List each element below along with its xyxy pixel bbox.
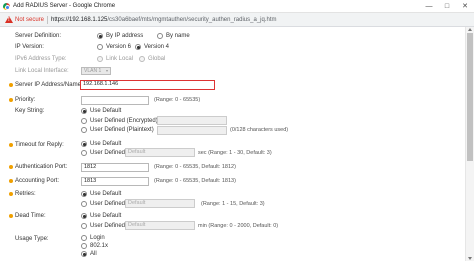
required-bullet-icon [9,98,13,102]
dead-time-user-defined-label: User Defined [90,223,126,229]
timeout-hint: sec (Range: 1 - 30, Default: 3) [198,150,272,156]
key-string-plaintext-input[interactable] [157,126,227,135]
close-button[interactable]: ✕ [456,0,474,13]
usage-type-8021x-label: 802.1x [90,243,109,249]
required-bullet-icon [9,179,13,183]
retries-hint: (Range: 1 - 15, Default: 3) [201,201,265,207]
warning-icon [5,16,13,23]
server-definition-name-radio[interactable] [157,33,163,39]
retries-input[interactable]: Default [125,199,195,208]
link-local-interface-value: VLAN 1 [84,68,102,74]
key-string-encrypted-input[interactable] [157,116,227,125]
window-title: Add RADIUS Server - Google Chrome [13,3,116,9]
dead-time-hint: min (Range: 0 - 2000, Default: 0) [198,223,279,229]
retries-default-radio[interactable] [81,191,87,197]
timeout-default-label: Use Default [90,141,122,147]
ipv6-link-local-radio[interactable] [97,56,103,62]
key-string-plaintext-radio[interactable] [81,127,87,133]
chevron-down-icon [106,70,108,72]
key-string-default-label: Use Default [90,108,122,114]
dead-time-default-label: Use Default [90,213,122,219]
retries-user-defined-label: User Defined [90,201,126,207]
server-definition-label: Server Definition: [15,33,62,39]
vertical-scrollbar[interactable] [465,27,474,261]
usage-type-login-label: Login [90,235,105,241]
ip-version-4-label: Version 4 [144,44,170,50]
key-string-encrypted-label: User Defined (Encrypted) [90,118,158,124]
required-bullet-icon [9,214,13,218]
server-ip-label: Server IP Address/Name: [15,82,83,88]
auth-port-hint: (Range: 0 - 65535, Default: 1812) [154,164,236,170]
ipv6-global-radio[interactable] [139,56,145,62]
required-bullet-icon [9,143,13,147]
acct-port-input[interactable]: 1813 [81,177,149,186]
link-local-interface-label: Link Local Interface: [15,68,69,74]
auth-port-input[interactable]: 1812 [81,163,149,172]
required-bullet-icon [9,83,13,87]
timeout-label: Timeout for Reply: [15,142,64,148]
ip-version-6-label: Version 6 [106,44,132,50]
url-host: https://192.168.1.125 [51,17,108,23]
timeout-default-radio[interactable] [81,141,87,147]
scroll-up-icon[interactable] [468,28,472,31]
maximize-button[interactable]: □ [438,0,456,13]
ipv6-global-label: Global [148,56,166,62]
scroll-thumb[interactable] [467,33,473,161]
url-path: /cs30a6baef/mts/mgmtauthen/security_auth… [107,17,277,23]
usage-type-login-radio[interactable] [81,235,87,241]
auth-port-label: Authentication Port: [15,164,68,170]
ipv6-link-local-label: Link Local [106,56,134,62]
scroll-down-icon[interactable] [468,257,472,260]
ip-version-6-radio[interactable] [97,44,103,50]
dead-time-default-radio[interactable] [81,213,87,219]
key-string-hint: (0/128 characters used) [230,127,289,133]
chrome-icon [3,3,10,10]
priority-label: Priority: [15,97,36,103]
ip-version-label: IP Version: [15,44,44,50]
usage-type-label: Usage Type: [15,236,49,242]
acct-port-label: Accounting Port: [15,178,60,184]
priority-input[interactable] [81,96,149,105]
retries-user-defined-radio[interactable] [81,201,87,207]
key-string-plaintext-label: User Defined (Plaintext) [90,127,154,133]
server-definition-ip-label: By IP address [106,33,144,39]
server-definition-name-label: By name [166,33,190,39]
timeout-user-defined-radio[interactable] [81,150,87,156]
ipv6-address-type-label: IPv6 Address Type: [15,56,67,62]
dead-time-label: Dead Time: [15,213,46,219]
priority-hint: (Range: 0 - 65535) [154,97,201,103]
usage-type-all-radio[interactable] [81,251,87,257]
required-bullet-icon [9,192,13,196]
address-separator [47,16,48,24]
minimize-button[interactable]: — [420,0,438,13]
server-ip-input[interactable]: 192.168.1.146 [80,80,215,90]
timeout-input[interactable]: Default [125,148,195,157]
url-text[interactable]: https://192.168.1.125/cs30a6baef/mts/mgm… [51,17,277,23]
acct-port-hint: (Range: 0 - 65535, Default: 1813) [154,178,236,184]
key-string-encrypted-radio[interactable] [81,118,87,124]
ip-version-4-radio[interactable] [135,44,141,50]
key-string-default-radio[interactable] [81,108,87,114]
window-titlebar: Add RADIUS Server - Google Chrome — □ ✕ [0,0,474,13]
retries-label: Retries: [15,191,36,197]
address-bar[interactable]: Not secure https://192.168.1.125/cs30a6b… [0,13,474,27]
usage-type-all-label: All [90,251,97,257]
dead-time-user-defined-radio[interactable] [81,223,87,229]
required-bullet-icon [9,165,13,169]
usage-type-8021x-radio[interactable] [81,243,87,249]
dead-time-input[interactable]: Default [125,221,195,230]
link-local-interface-select[interactable]: VLAN 1 [81,67,111,75]
server-definition-ip-radio[interactable] [97,33,103,39]
key-string-label: Key String: [15,108,45,114]
timeout-user-defined-label: User Defined [90,150,126,156]
not-secure-label[interactable]: Not secure [15,17,44,23]
retries-default-label: Use Default [90,191,122,197]
